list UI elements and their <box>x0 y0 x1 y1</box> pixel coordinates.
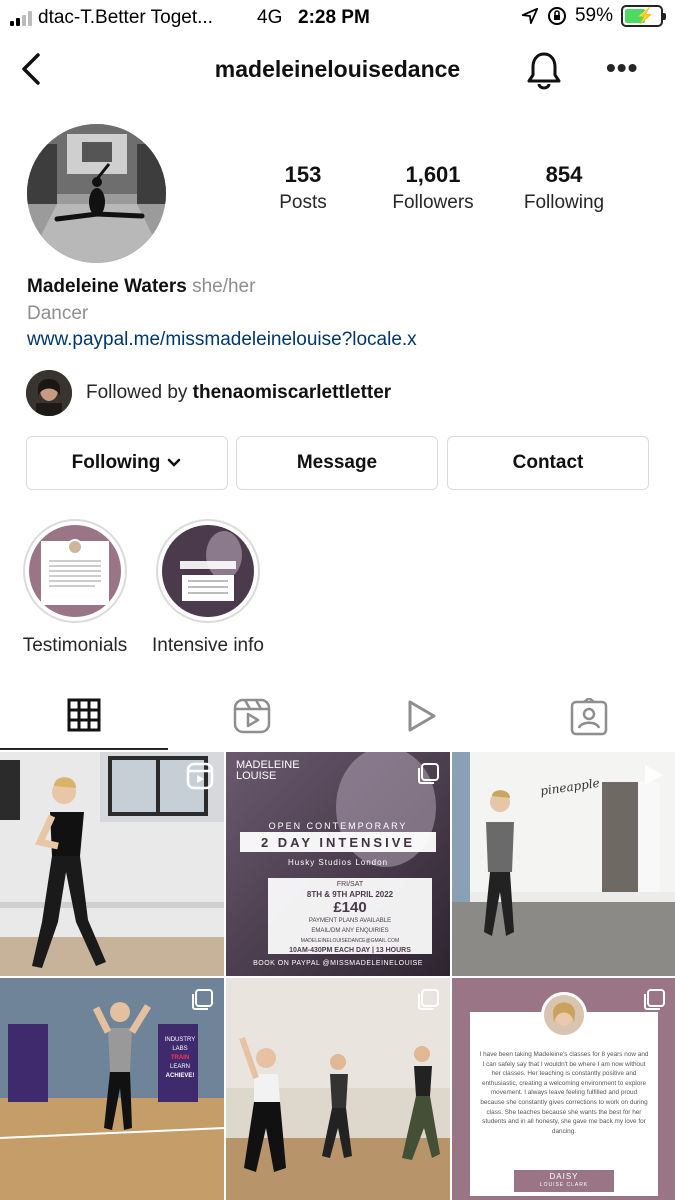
poster-venue: Husky Studios London <box>287 858 389 867</box>
poster-price: £140 <box>333 899 367 916</box>
highlight-cover <box>162 525 254 617</box>
banner-brand: INDUSTRY LABS <box>164 1037 196 1052</box>
tab-videos[interactable] <box>337 690 505 752</box>
posts-label: Posts <box>279 192 327 213</box>
message-button[interactable]: Message <box>236 436 438 490</box>
more-options-icon[interactable]: ••• <box>606 52 638 84</box>
banner-learn: LEARN <box>169 1064 190 1070</box>
poster-payment: PAYMENT PLANS AVAILABLE <box>308 918 392 924</box>
profile-tabs <box>0 690 675 752</box>
tagged-icon <box>570 698 608 736</box>
following-button[interactable]: Following <box>26 436 228 490</box>
carousel-icon <box>192 989 213 1010</box>
poster-email: MADELEINELOUISEDANCE@GMAIL.COM <box>300 938 400 944</box>
carousel-icon <box>418 989 439 1010</box>
poster-logo: MADELEINE LOUISE <box>236 760 300 782</box>
carousel-icon <box>644 989 665 1010</box>
followers-label: Followers <box>392 192 474 213</box>
poster-paypal: BOOK ON PAYPAL @MISSMADELEINELOUISE <box>253 960 423 967</box>
battery-percent: 59% <box>574 5 613 26</box>
bio-link[interactable]: www.paypal.me/missmadeleinelouise?locale… <box>27 329 417 351</box>
following-count: 854 <box>545 162 583 187</box>
message-button-label: Message <box>296 452 378 473</box>
pronouns: she/her <box>192 276 256 297</box>
banner-train: TRAIN <box>170 1055 190 1061</box>
followed-by-user: thenaomiscarlettletter <box>192 382 392 403</box>
poster-hours: 10AM-430PM EACH DAY | 13 HOURS <box>289 947 411 954</box>
highlight-ring <box>156 519 260 623</box>
testimonial-text: I have been taking Madeleine's classes f… <box>479 1051 649 1135</box>
profile-name-row: Madeleine Waters she/her <box>27 276 255 298</box>
active-tab-indicator <box>0 748 168 750</box>
testimonial-credit: LOUISE CLARK <box>539 1182 589 1188</box>
followers-stat[interactable]: 1,601 Followers <box>373 162 493 214</box>
testimonial-name: DAISY <box>549 1172 579 1181</box>
tab-tagged[interactable] <box>505 690 673 752</box>
highlight-ring <box>23 519 127 623</box>
post-thumbnail[interactable] <box>0 752 224 976</box>
battery-icon: ⚡ <box>621 5 666 27</box>
reel-badge-icon <box>186 762 214 790</box>
banner-right: INDUSTRY LABS TRAIN LEARN ACHIEVE! <box>160 1036 200 1081</box>
poster-details: FRI/SAT 8TH & 9TH APRIL 2022 £140 PAYMEN… <box>268 880 432 966</box>
highlight-label: Testimonials <box>22 635 128 656</box>
poster-days: FRI/SAT <box>336 881 364 888</box>
post-thumbnail[interactable]: MADELEINE LOUISE OPEN CONTEMPORARY 2 DAY… <box>226 752 450 976</box>
followers-count: 1,601 <box>405 162 461 187</box>
followed-by-prefix: Followed by <box>86 382 188 403</box>
following-stat[interactable]: 854 Following <box>504 162 624 214</box>
tab-grid[interactable] <box>0 690 168 752</box>
testimonial-avatar <box>541 992 587 1038</box>
poster-title: 2 DAY INTENSIVE <box>260 835 416 850</box>
play-icon <box>408 700 436 732</box>
posts-stat[interactable]: 153 Posts <box>243 162 363 214</box>
clock: 2:28 PM <box>298 7 370 28</box>
reels-icon <box>233 698 271 734</box>
highlight-intensive-info[interactable]: Intensive info <box>147 519 269 657</box>
contact-button[interactable]: Contact <box>447 436 649 490</box>
follower-avatar <box>26 370 72 416</box>
poster-enquiries: EMAIL/DM ANY ENQUIRIES <box>311 928 389 934</box>
posts-count: 153 <box>284 162 322 187</box>
post-thumbnail[interactable]: I have been taking Madeleine's classes f… <box>452 978 675 1200</box>
highlight-cover <box>29 525 121 617</box>
status-right: 59% ⚡ <box>521 5 666 27</box>
display-name: Madeleine Waters <box>27 276 187 297</box>
poster-kicker: OPEN CONTEMPORARY <box>268 821 408 831</box>
notification-bell-icon[interactable] <box>525 50 563 90</box>
status-bar: dtac-T.Better Toget... 4G 2:28 PM 59% ⚡ <box>0 0 675 34</box>
following-button-label: Following <box>71 452 161 473</box>
highlight-label: Intensive info <box>152 635 264 656</box>
contact-button-label: Contact <box>512 452 584 473</box>
grid-icon <box>67 698 101 732</box>
orientation-lock-icon <box>547 7 566 25</box>
post-thumbnail[interactable]: INDUSTRY LABS TRAIN LEARN ACHIEVE! <box>0 978 224 1200</box>
post-thumbnail[interactable]: pineapple <box>452 752 675 976</box>
testimonial-signature: DAISY LOUISE CLARK <box>514 1170 614 1192</box>
carrier-name: dtac-T.Better Toget... <box>38 7 213 28</box>
followed-by[interactable]: Followed by thenaomiscarlettletter <box>26 370 391 416</box>
signal-icon <box>10 10 32 26</box>
post-thumbnail[interactable] <box>226 978 450 1200</box>
followed-by-text: Followed by thenaomiscarlettletter <box>86 382 391 404</box>
poster-logo-bottom: LOUISE <box>236 770 277 782</box>
charging-bolt-icon: ⚡ <box>635 8 655 25</box>
reel-play-icon <box>645 765 663 785</box>
following-label: Following <box>523 192 605 213</box>
carrier-group: dtac-T.Better Toget... <box>10 7 213 29</box>
carousel-icon <box>418 763 439 784</box>
profile-username: madeleinelouisedance <box>214 56 461 82</box>
location-icon <box>521 7 539 25</box>
highlight-testimonials[interactable]: Testimonials <box>14 519 136 657</box>
network-type: 4G <box>257 7 283 28</box>
chevron-down-icon <box>168 458 181 467</box>
profile-category: Dancer <box>27 303 89 324</box>
banner-achieve: ACHIEVE! <box>165 1073 195 1079</box>
profile-avatar[interactable] <box>27 124 166 263</box>
tab-reels[interactable] <box>168 690 336 752</box>
profile-header: madeleinelouisedance ••• <box>0 44 675 94</box>
